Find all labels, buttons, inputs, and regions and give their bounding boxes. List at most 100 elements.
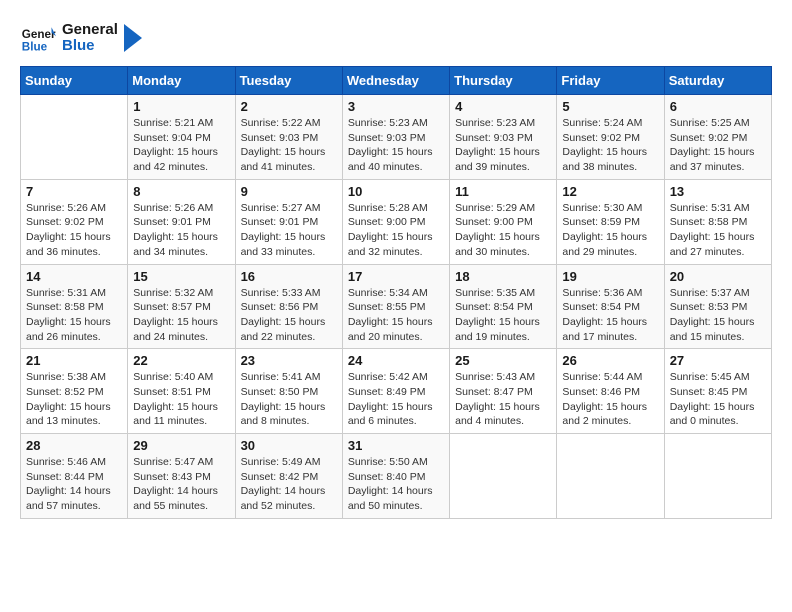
day-info: Sunrise: 5:46 AM Sunset: 8:44 PM Dayligh…: [26, 455, 122, 514]
day-number: 27: [670, 353, 766, 368]
day-cell: 6 Sunrise: 5:25 AM Sunset: 9:02 PM Daylig…: [664, 95, 771, 180]
day-number: 5: [562, 99, 658, 114]
day-cell: 1 Sunrise: 5:21 AM Sunset: 9:04 PM Daylig…: [128, 95, 235, 180]
week-row-5: 28 Sunrise: 5:46 AM Sunset: 8:44 PM Dayli…: [21, 434, 772, 519]
day-number: 9: [241, 184, 337, 199]
day-cell: 28 Sunrise: 5:46 AM Sunset: 8:44 PM Dayli…: [21, 434, 128, 519]
column-header-saturday: Saturday: [664, 67, 771, 95]
day-number: 4: [455, 99, 551, 114]
day-info: Sunrise: 5:30 AM Sunset: 8:59 PM Dayligh…: [562, 201, 658, 260]
day-cell: 14Sunrise: 5:31 AM Sunset: 8:58 PM Dayli…: [21, 264, 128, 349]
column-header-sunday: Sunday: [21, 67, 128, 95]
day-number: 16: [241, 269, 337, 284]
day-cell: 7 Sunrise: 5:26 AM Sunset: 9:02 PM Daylig…: [21, 179, 128, 264]
day-cell: 5 Sunrise: 5:24 AM Sunset: 9:02 PM Daylig…: [557, 95, 664, 180]
day-number: 2: [241, 99, 337, 114]
day-number: 17: [348, 269, 444, 284]
day-info: Sunrise: 5:40 AM Sunset: 8:51 PM Dayligh…: [133, 370, 229, 429]
day-info: Sunrise: 5:37 AM Sunset: 8:53 PM Dayligh…: [670, 286, 766, 345]
day-info: Sunrise: 5:42 AM Sunset: 8:49 PM Dayligh…: [348, 370, 444, 429]
day-number: 12: [562, 184, 658, 199]
day-cell: 20 Sunrise: 5:37 AM Sunset: 8:53 PM Dayli…: [664, 264, 771, 349]
day-cell: 4Sunrise: 5:23 AM Sunset: 9:03 PM Daylig…: [450, 95, 557, 180]
day-number: 3: [348, 99, 444, 114]
day-cell: 22 Sunrise: 5:40 AM Sunset: 8:51 PM Dayli…: [128, 349, 235, 434]
day-cell: 19 Sunrise: 5:36 AM Sunset: 8:54 PM Dayli…: [557, 264, 664, 349]
day-info: Sunrise: 5:45 AM Sunset: 8:45 PM Dayligh…: [670, 370, 766, 429]
day-cell: 31 Sunrise: 5:50 AM Sunset: 8:40 PM Dayli…: [342, 434, 449, 519]
day-number: 31: [348, 438, 444, 453]
day-cell: 11 Sunrise: 5:29 AM Sunset: 9:00 PM Dayli…: [450, 179, 557, 264]
day-info: Sunrise: 5:41 AM Sunset: 8:50 PM Dayligh…: [241, 370, 337, 429]
day-cell: 10 Sunrise: 5:28 AM Sunset: 9:00 PM Dayli…: [342, 179, 449, 264]
day-number: 30: [241, 438, 337, 453]
day-info: Sunrise: 5:50 AM Sunset: 8:40 PM Dayligh…: [348, 455, 444, 514]
day-cell: 23 Sunrise: 5:41 AM Sunset: 8:50 PM Dayli…: [235, 349, 342, 434]
day-cell: 25 Sunrise: 5:43 AM Sunset: 8:47 PM Dayli…: [450, 349, 557, 434]
day-info: Sunrise: 5:31 AM Sunset: 8:58 PM Dayligh…: [670, 201, 766, 260]
day-cell: 17 Sunrise: 5:34 AM Sunset: 8:55 PM Dayli…: [342, 264, 449, 349]
day-number: 28: [26, 438, 122, 453]
day-info: Sunrise: 5:36 AM Sunset: 8:54 PM Dayligh…: [562, 286, 658, 345]
day-number: 10: [348, 184, 444, 199]
day-number: 26: [562, 353, 658, 368]
day-number: 7: [26, 184, 122, 199]
logo: General Blue General Blue: [20, 20, 142, 56]
day-info: Sunrise: 5:27 AM Sunset: 9:01 PM Dayligh…: [241, 201, 337, 260]
day-number: 6: [670, 99, 766, 114]
logo-icon: General Blue: [20, 20, 56, 56]
day-cell: 29 Sunrise: 5:47 AM Sunset: 8:43 PM Dayli…: [128, 434, 235, 519]
day-number: 21: [26, 353, 122, 368]
logo-blue: Blue: [62, 38, 118, 55]
week-row-1: 1 Sunrise: 5:21 AM Sunset: 9:04 PM Daylig…: [21, 95, 772, 180]
day-number: 20: [670, 269, 766, 284]
day-cell: 24Sunrise: 5:42 AM Sunset: 8:49 PM Dayli…: [342, 349, 449, 434]
day-cell: 8 Sunrise: 5:26 AM Sunset: 9:01 PM Daylig…: [128, 179, 235, 264]
logo-general: General: [62, 22, 118, 39]
column-header-thursday: Thursday: [450, 67, 557, 95]
day-number: 29: [133, 438, 229, 453]
day-cell: 2 Sunrise: 5:22 AM Sunset: 9:03 PM Daylig…: [235, 95, 342, 180]
day-cell: 15 Sunrise: 5:32 AM Sunset: 8:57 PM Dayli…: [128, 264, 235, 349]
day-info: Sunrise: 5:22 AM Sunset: 9:03 PM Dayligh…: [241, 116, 337, 175]
day-number: 23: [241, 353, 337, 368]
svg-text:Blue: Blue: [22, 41, 48, 54]
week-row-4: 21Sunrise: 5:38 AM Sunset: 8:52 PM Dayli…: [21, 349, 772, 434]
day-info: Sunrise: 5:26 AM Sunset: 9:01 PM Dayligh…: [133, 201, 229, 260]
week-row-2: 7 Sunrise: 5:26 AM Sunset: 9:02 PM Daylig…: [21, 179, 772, 264]
calendar-table: SundayMondayTuesdayWednesdayThursdayFrid…: [20, 66, 772, 519]
day-info: Sunrise: 5:33 AM Sunset: 8:56 PM Dayligh…: [241, 286, 337, 345]
day-number: 18: [455, 269, 551, 284]
day-cell: 26 Sunrise: 5:44 AM Sunset: 8:46 PM Dayli…: [557, 349, 664, 434]
day-cell: [664, 434, 771, 519]
day-info: Sunrise: 5:28 AM Sunset: 9:00 PM Dayligh…: [348, 201, 444, 260]
day-info: Sunrise: 5:29 AM Sunset: 9:00 PM Dayligh…: [455, 201, 551, 260]
day-cell: 3 Sunrise: 5:23 AM Sunset: 9:03 PM Daylig…: [342, 95, 449, 180]
column-header-wednesday: Wednesday: [342, 67, 449, 95]
column-header-friday: Friday: [557, 67, 664, 95]
day-number: 13: [670, 184, 766, 199]
header-row: SundayMondayTuesdayWednesdayThursdayFrid…: [21, 67, 772, 95]
day-info: Sunrise: 5:23 AM Sunset: 9:03 PM Dayligh…: [348, 116, 444, 175]
day-number: 11: [455, 184, 551, 199]
day-info: Sunrise: 5:24 AM Sunset: 9:02 PM Dayligh…: [562, 116, 658, 175]
day-info: Sunrise: 5:26 AM Sunset: 9:02 PM Dayligh…: [26, 201, 122, 260]
day-number: 19: [562, 269, 658, 284]
day-info: Sunrise: 5:44 AM Sunset: 8:46 PM Dayligh…: [562, 370, 658, 429]
day-info: Sunrise: 5:34 AM Sunset: 8:55 PM Dayligh…: [348, 286, 444, 345]
day-info: Sunrise: 5:43 AM Sunset: 8:47 PM Dayligh…: [455, 370, 551, 429]
day-number: 8: [133, 184, 229, 199]
day-cell: [557, 434, 664, 519]
day-cell: 18Sunrise: 5:35 AM Sunset: 8:54 PM Dayli…: [450, 264, 557, 349]
day-number: 1: [133, 99, 229, 114]
day-info: Sunrise: 5:32 AM Sunset: 8:57 PM Dayligh…: [133, 286, 229, 345]
day-number: 25: [455, 353, 551, 368]
day-cell: 13 Sunrise: 5:31 AM Sunset: 8:58 PM Dayli…: [664, 179, 771, 264]
day-info: Sunrise: 5:47 AM Sunset: 8:43 PM Dayligh…: [133, 455, 229, 514]
day-number: 15: [133, 269, 229, 284]
day-info: Sunrise: 5:21 AM Sunset: 9:04 PM Dayligh…: [133, 116, 229, 175]
svg-text:General: General: [22, 28, 56, 41]
day-info: Sunrise: 5:25 AM Sunset: 9:02 PM Dayligh…: [670, 116, 766, 175]
day-number: 22: [133, 353, 229, 368]
logo-arrow-icon: [124, 24, 142, 52]
